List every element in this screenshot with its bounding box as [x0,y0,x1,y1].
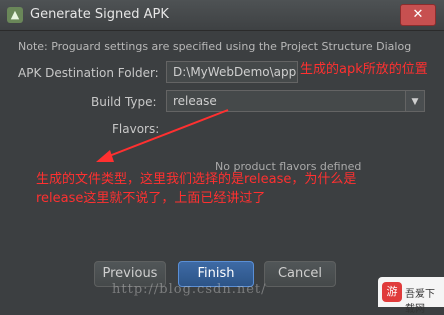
cancel-button[interactable]: Cancel [264,261,336,287]
type-annotation-line2: release这里就不说了，上面已经讲过了 [36,191,266,206]
logo-text: 吾爱下载网 [405,289,435,315]
site-logo: 游 吾爱下载网 [378,277,444,315]
type-annotation-line1: 生成的文件类型，这里我们选择的是release，为什么是 [36,172,357,187]
watermark: http://blog.csdn.net/ [112,282,267,297]
logo-mark-icon: 游 [382,282,402,302]
